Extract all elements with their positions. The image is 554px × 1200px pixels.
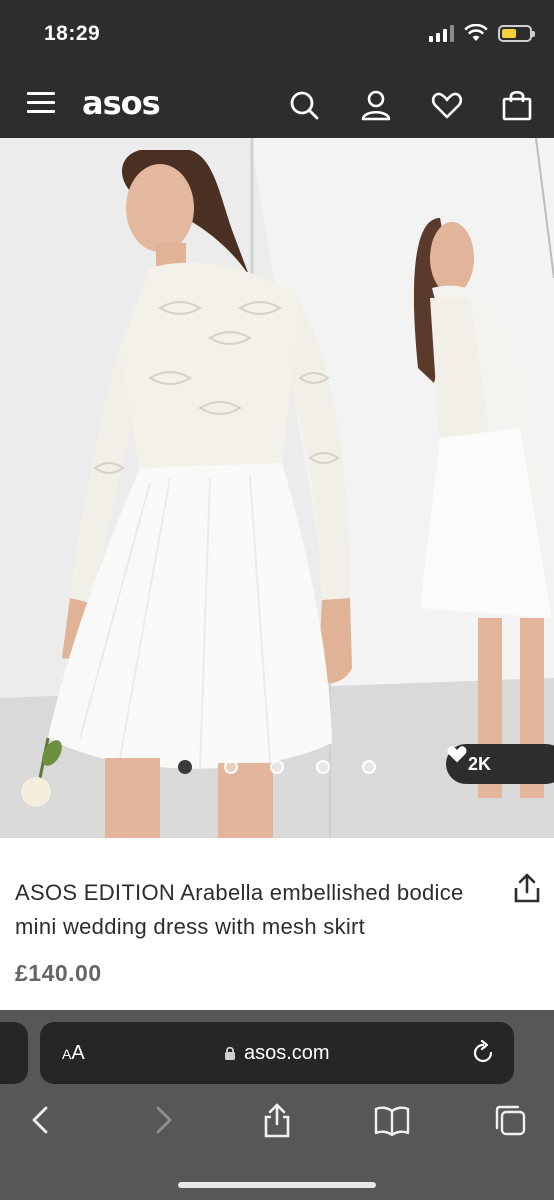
save-count: 2K <box>468 753 492 774</box>
carousel-dots <box>178 760 376 774</box>
heart-icon[interactable] <box>430 88 464 122</box>
status-icons <box>429 24 535 42</box>
hamburger-icon[interactable] <box>27 92 55 114</box>
product-info: ASOS EDITION Arabella embellished bodice… <box>0 838 554 1010</box>
app-header: asos <box>0 72 554 138</box>
carousel-dot[interactable] <box>224 760 238 774</box>
asos-logo[interactable]: asos <box>82 84 161 122</box>
url-text: asos.com <box>244 1042 330 1064</box>
share-icon[interactable] <box>512 872 542 904</box>
product-price: £140.00 <box>15 960 102 986</box>
cellular-signal-icon <box>429 24 454 42</box>
bag-icon[interactable] <box>500 88 534 122</box>
home-indicator <box>178 1182 376 1188</box>
carousel-dot[interactable] <box>270 760 284 774</box>
search-icon[interactable] <box>287 88 321 122</box>
carousel-dot[interactable] <box>178 760 192 774</box>
save-count-button[interactable]: 2K <box>446 744 554 784</box>
product-photo <box>0 138 554 838</box>
back-chevron-icon[interactable] <box>24 1102 60 1138</box>
text-size-button[interactable]: AA <box>62 1042 85 1065</box>
bookmarks-icon[interactable] <box>374 1102 410 1138</box>
battery-icon <box>498 24 535 42</box>
user-icon[interactable] <box>359 88 393 122</box>
url-display[interactable]: asos.com <box>224 1042 330 1065</box>
carousel-dot[interactable] <box>316 760 330 774</box>
heart-filled-icon <box>447 746 467 763</box>
previous-tab-stub[interactable] <box>0 1022 28 1084</box>
product-title: ASOS EDITION Arabella embellished bodice… <box>15 880 464 939</box>
tabs-icon[interactable] <box>492 1102 528 1138</box>
status-time: 18:29 <box>44 22 101 45</box>
product-image[interactable]: 2K <box>0 138 554 838</box>
address-bar[interactable]: AA asos.com <box>40 1022 514 1084</box>
share-sheet-icon[interactable] <box>259 1102 295 1138</box>
forward-chevron-icon[interactable] <box>144 1102 180 1138</box>
status-bar: 18:29 <box>0 0 554 72</box>
lock-icon <box>225 1046 235 1060</box>
wifi-icon <box>464 24 488 41</box>
carousel-dot[interactable] <box>362 760 376 774</box>
reload-icon[interactable] <box>470 1040 496 1066</box>
browser-bottom-bar: AA asos.com <box>0 1010 554 1200</box>
